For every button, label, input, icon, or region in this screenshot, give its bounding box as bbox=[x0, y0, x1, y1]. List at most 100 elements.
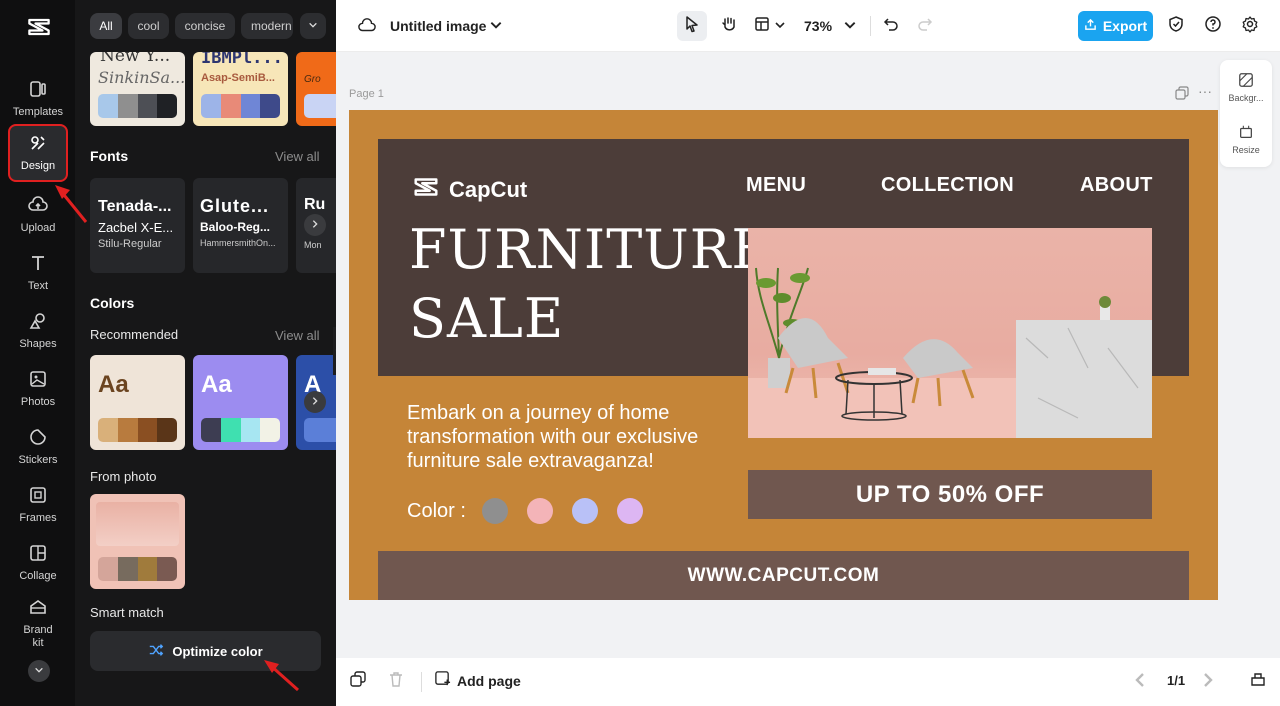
capcut-logo-icon bbox=[411, 172, 441, 207]
nav-menu: MENU bbox=[746, 174, 807, 196]
copy-page-button[interactable] bbox=[348, 670, 368, 691]
color-dot-blue bbox=[572, 498, 598, 524]
chevron-down-icon bbox=[308, 19, 318, 33]
theme-swatches bbox=[201, 94, 280, 118]
rail-item-shapes[interactable]: Shapes bbox=[4, 304, 72, 358]
theme-card-line2: Asap-SemiB... bbox=[201, 72, 275, 84]
cloud-save-icon[interactable] bbox=[356, 15, 378, 37]
title-dropdown-icon[interactable] bbox=[489, 17, 503, 33]
font-card-line1: Ru bbox=[304, 196, 326, 213]
rail-item-upload[interactable]: Upload bbox=[4, 188, 72, 242]
smart-match-title: Smart match bbox=[90, 605, 164, 620]
description-line-2: transformation with our exclusive bbox=[407, 426, 699, 448]
layout-icon bbox=[753, 15, 771, 38]
photo-palette-card[interactable] bbox=[90, 494, 185, 589]
rail-item-brand-kit[interactable]: Brand kit bbox=[4, 594, 72, 652]
background-tool-label: Backgr... bbox=[1228, 93, 1264, 103]
rail-item-label: Text bbox=[27, 280, 49, 292]
chevron-right-icon bbox=[310, 216, 320, 234]
fonts-title: Fonts bbox=[90, 148, 129, 164]
bottom-toolbar: Add page 1/1 bbox=[336, 658, 1280, 706]
trash-icon bbox=[387, 670, 405, 693]
help-button[interactable] bbox=[1201, 14, 1225, 38]
colors-next-button[interactable] bbox=[304, 391, 326, 413]
add-page-button[interactable]: Add page bbox=[434, 670, 521, 692]
optimize-color-button[interactable]: Optimize color bbox=[90, 631, 321, 671]
delete-page-button[interactable] bbox=[386, 671, 406, 691]
export-label: Export bbox=[1102, 18, 1148, 34]
rail-item-collage[interactable]: Collage bbox=[4, 536, 72, 590]
background-tool[interactable]: Backgr... bbox=[1220, 72, 1272, 103]
font-card[interactable]: Glute... Baloo-Reg... HammersmithOn... bbox=[193, 178, 288, 273]
description-line-1: Embark on a journey of home bbox=[407, 402, 670, 424]
redo-button[interactable] bbox=[913, 14, 937, 38]
font-card-line3: HammersmithOn... bbox=[200, 238, 276, 248]
shapes-icon bbox=[28, 311, 48, 334]
settings-button[interactable] bbox=[1238, 14, 1262, 38]
capcut-logo-icon[interactable] bbox=[22, 10, 56, 44]
chevron-right-icon bbox=[310, 393, 320, 411]
zoom-dropdown-icon[interactable] bbox=[843, 17, 857, 33]
page-manager-button[interactable] bbox=[1248, 671, 1268, 691]
rail-item-stickers[interactable]: Stickers bbox=[4, 420, 72, 474]
rail-item-label: Design bbox=[20, 160, 56, 172]
font-card-line2: Baloo-Reg... bbox=[200, 220, 271, 234]
rail-item-label: Brand kit bbox=[23, 623, 53, 649]
more-options-icon[interactable]: ··· bbox=[1198, 84, 1212, 98]
filter-chip-cool[interactable]: cool bbox=[128, 13, 169, 39]
color-dot-lavender bbox=[617, 498, 643, 524]
previous-page-button[interactable] bbox=[1132, 672, 1148, 692]
layout-button[interactable] bbox=[750, 11, 774, 41]
shield-button[interactable] bbox=[1164, 14, 1188, 38]
colors-title: Colors bbox=[90, 295, 135, 311]
description-line-3: furniture sale extravaganza! bbox=[407, 450, 654, 472]
rail-item-photos[interactable]: Photos bbox=[4, 362, 72, 416]
frames-icon bbox=[28, 485, 48, 508]
export-icon bbox=[1084, 18, 1097, 34]
theme-card[interactable]: New Y... SinkinSa... bbox=[90, 52, 185, 126]
filter-more-button[interactable] bbox=[300, 13, 326, 39]
colors-view-all-link[interactable]: View all bbox=[275, 328, 320, 343]
theme-swatches bbox=[98, 94, 177, 118]
toolbar-divider bbox=[421, 672, 422, 692]
layout-dropdown-icon[interactable] bbox=[774, 17, 786, 33]
export-button[interactable]: Export bbox=[1078, 11, 1153, 41]
pointer-icon bbox=[683, 15, 701, 38]
theme-card[interactable]: Gro bbox=[296, 52, 336, 126]
zoom-level[interactable]: 73% bbox=[804, 18, 832, 34]
furniture-photo bbox=[748, 228, 1152, 438]
color-palette-card[interactable]: Aa bbox=[90, 355, 185, 450]
headline-sale: SALE bbox=[409, 287, 565, 350]
font-card-line3: Stilu-Regular bbox=[98, 238, 162, 250]
font-card[interactable]: Tenada-... Zacbel X-E... Stilu-Regular bbox=[90, 178, 185, 273]
resize-tool[interactable]: Resize bbox=[1220, 124, 1272, 155]
design-artboard[interactable]: CapCut MENU COLLECTION ABOUT FURNITURE S… bbox=[349, 110, 1218, 600]
rail-item-frames[interactable]: Frames bbox=[4, 478, 72, 532]
website-banner: WWW.CAPCUT.COM bbox=[378, 551, 1189, 600]
rail-expand-button[interactable] bbox=[28, 660, 50, 682]
brand-kit-icon bbox=[28, 597, 48, 620]
color-palette-card[interactable]: Aa bbox=[193, 355, 288, 450]
select-tool-button[interactable] bbox=[677, 11, 707, 41]
rail-item-label: Shapes bbox=[19, 338, 57, 350]
next-page-button[interactable] bbox=[1200, 672, 1216, 692]
theme-card[interactable]: IBMPl... Asap-SemiB... bbox=[193, 52, 288, 126]
fonts-view-all-link[interactable]: View all bbox=[275, 149, 320, 164]
fonts-next-button[interactable] bbox=[304, 214, 326, 236]
side-tools-panel: Backgr... Resize bbox=[1220, 60, 1272, 167]
gear-icon bbox=[1241, 15, 1259, 38]
document-title[interactable]: Untitled image bbox=[390, 18, 486, 34]
filter-chip-all[interactable]: All bbox=[90, 13, 122, 39]
rail-item-templates[interactable]: Templates bbox=[4, 72, 72, 126]
photo-thumbnail bbox=[96, 502, 179, 546]
nav-about: ABOUT bbox=[1080, 174, 1153, 196]
filter-chip-modern[interactable]: modern bbox=[241, 13, 293, 39]
rail-item-design[interactable]: Design bbox=[8, 124, 68, 182]
hand-tool-button[interactable] bbox=[714, 11, 744, 41]
shuffle-icon bbox=[148, 642, 164, 661]
rail-item-text[interactable]: Text bbox=[4, 246, 72, 300]
duplicate-page-icon[interactable] bbox=[1175, 86, 1189, 100]
filter-chip-concise[interactable]: concise bbox=[175, 13, 235, 39]
undo-button[interactable] bbox=[879, 14, 903, 38]
rail-item-label: Templates bbox=[12, 106, 64, 118]
